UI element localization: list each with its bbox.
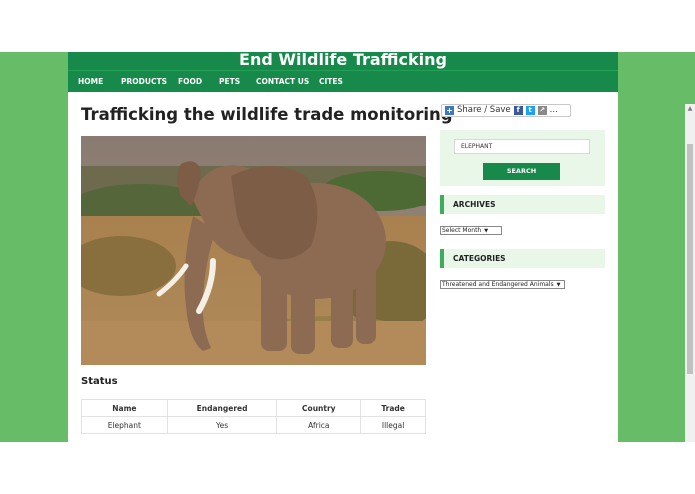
categories-select-value: Threatened and Endangered Animals [442,281,554,288]
nav-contact-us[interactable]: CONTACT US [256,71,309,93]
archives-select[interactable]: Select Month ▼ [440,226,502,235]
plus-icon: + [445,106,454,115]
elephant-image [81,136,426,365]
search-widget: ELEPHANT SEARCH [440,130,605,186]
share-more[interactable]: ... [550,105,558,116]
facebook-icon[interactable]: f [513,106,523,115]
status-table: Name Endangered Country Trade Elephant Y… [81,399,426,434]
twitter-icon[interactable]: t [525,106,535,115]
nav-cites[interactable]: CITES [319,71,343,93]
vertical-scrollbar[interactable]: ▲ ▼ [685,104,695,442]
categories-title: CATEGORIES [440,249,605,268]
scroll-up-icon[interactable]: ▲ [685,104,695,114]
page-container: End Wildlife Trafficking HOME PRODUCTS F… [68,52,618,442]
nav-food[interactable]: FOOD [178,71,202,93]
scroll-thumb[interactable] [687,144,693,374]
search-button[interactable]: SEARCH [483,163,560,180]
chevron-down-icon: ▼ [556,282,561,288]
table-row: Elephant Yes Africa Illegal [81,416,426,434]
cell-trade: Illegal [360,416,426,434]
cell-country: Africa [276,416,362,434]
status-heading: Status [81,376,118,387]
nav-products[interactable]: PRODUCTS [121,71,167,93]
chevron-down-icon: ▼ [484,228,489,234]
column-header-trade: Trade [360,399,426,417]
share-save-button[interactable]: + Share / Save f t ↗ ... [441,104,571,117]
cell-name: Elephant [81,416,168,434]
browser-viewport: End Wildlife Trafficking HOME PRODUCTS F… [0,52,695,442]
nav-home[interactable]: HOME [78,71,103,93]
cell-endangered: Yes [166,416,278,434]
share-label: Share / Save [457,105,511,115]
search-input[interactable]: ELEPHANT [454,139,590,154]
column-header-endangered: Endangered [166,399,278,417]
site-header: End Wildlife Trafficking [68,52,618,70]
categories-select[interactable]: Threatened and Endangered Animals ▼ [440,280,565,289]
nav-pets[interactable]: PETS [219,71,240,93]
main-nav: HOME PRODUCTS FOOD PETS CONTACT US CITES [68,70,618,92]
site-title[interactable]: End Wildlife Trafficking [68,52,618,69]
archives-title: ARCHIVES [440,195,605,214]
archives-select-value: Select Month [442,227,482,234]
share-icon[interactable]: ↗ [537,106,547,115]
post-title: Trafficking the wildlife trade monitorin… [81,105,453,124]
column-header-country: Country [276,399,362,417]
table-header-row: Name Endangered Country Trade [81,399,426,417]
column-header-name: Name [81,399,168,417]
